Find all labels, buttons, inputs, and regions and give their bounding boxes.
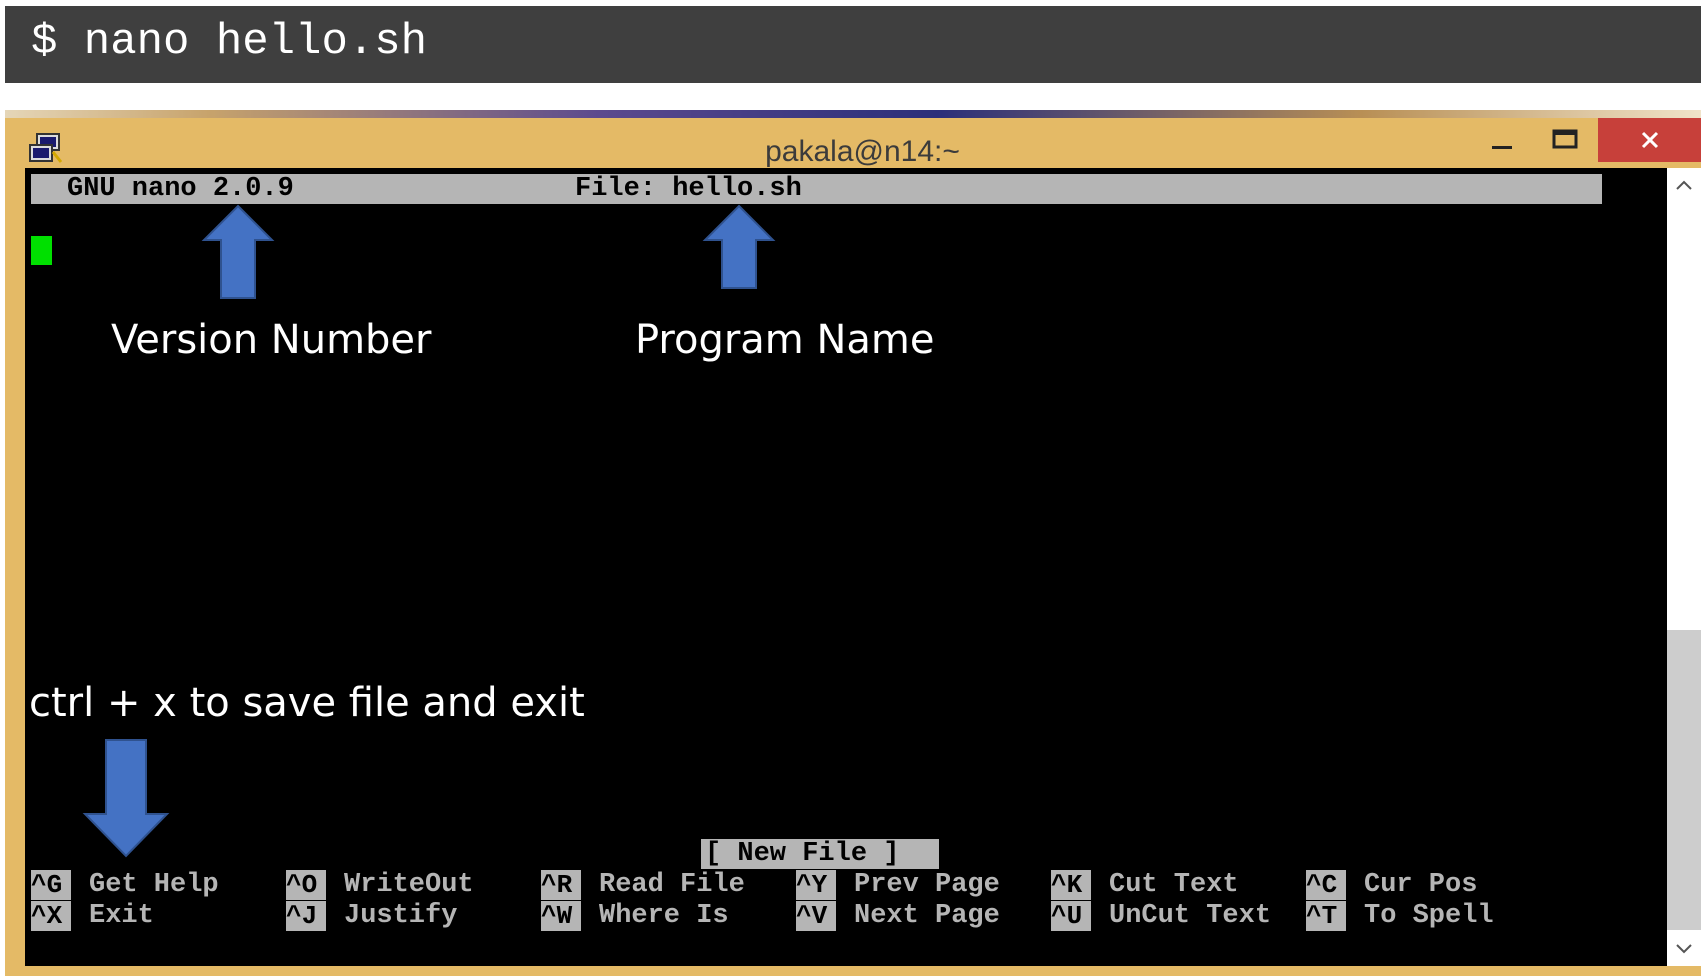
scroll-down-button[interactable] <box>1667 934 1701 964</box>
shortcut-get-help[interactable]: Get Help <box>89 870 219 900</box>
chevron-down-icon <box>1676 944 1692 954</box>
shortcut-next-page[interactable]: Next Page <box>854 901 1000 931</box>
shortcut-row-2: ^X Exit ^J Justify ^W Where Is ^V Next P… <box>31 901 1661 931</box>
shortcut-read-file[interactable]: Read File <box>599 870 745 900</box>
shortcut-exit[interactable]: Exit <box>89 901 154 931</box>
shortcut-cur-pos[interactable]: Cur Pos <box>1364 870 1477 900</box>
shortcut-key: ^J <box>286 901 326 931</box>
command-text: $ nano hello.sh <box>31 17 428 67</box>
shortcut-key: ^T <box>1306 901 1346 931</box>
shortcut-key: ^K <box>1051 870 1091 900</box>
shortcut-writeout[interactable]: WriteOut <box>344 870 474 900</box>
version-number-annotation: Version Number <box>111 317 432 363</box>
command-banner: $ nano hello.sh <box>5 6 1701 83</box>
maximize-icon <box>1552 129 1578 149</box>
minimize-button[interactable] <box>1473 118 1531 162</box>
shortcut-where-is[interactable]: Where Is <box>599 901 729 931</box>
minimize-icon <box>1492 146 1512 149</box>
shortcut-key: ^V <box>796 901 836 931</box>
terminal-area[interactable]: GNU nano 2.0.9 File: hello.sh Version Nu… <box>25 168 1667 966</box>
maximize-button[interactable] <box>1533 118 1597 162</box>
shortcut-cut-text[interactable]: Cut Text <box>1109 870 1239 900</box>
shortcut-row-1: ^G Get Help ^O WriteOut ^R Read File ^Y … <box>31 870 1661 900</box>
shortcut-prev-page[interactable]: Prev Page <box>854 870 1000 900</box>
text-cursor <box>31 236 52 265</box>
window-title: pakala@n14:~ <box>765 135 960 168</box>
shortcut-key: ^U <box>1051 901 1091 931</box>
shortcut-key: ^X <box>31 901 71 931</box>
new-file-status: [ New File ] <box>701 839 939 869</box>
scroll-up-button[interactable] <box>1667 170 1701 200</box>
shortcut-key: ^C <box>1306 870 1346 900</box>
nano-title-bar: GNU nano 2.0.9 File: hello.sh <box>31 174 1602 204</box>
version-arrow <box>201 204 275 299</box>
close-button[interactable] <box>1598 118 1701 162</box>
exit-arrow <box>82 739 170 858</box>
exit-hint-annotation: ctrl + x to save file and exit <box>29 680 585 726</box>
terminal-window: pakala@n14:~ GNU nano 2.0.9 File: hello.… <box>5 118 1701 976</box>
close-icon <box>1641 131 1658 149</box>
shortcut-to-spell[interactable]: To Spell <box>1364 901 1494 931</box>
scrollbar-thumb[interactable] <box>1667 630 1701 930</box>
shortcut-key: ^O <box>286 870 326 900</box>
shortcut-key: ^R <box>541 870 581 900</box>
shortcut-uncut-text[interactable]: UnCut Text <box>1109 901 1271 931</box>
program-arrow <box>702 204 776 289</box>
shortcut-key: ^G <box>31 870 71 900</box>
chevron-up-icon <box>1676 180 1692 190</box>
shortcut-key: ^W <box>541 901 581 931</box>
shortcut-justify[interactable]: Justify <box>344 901 457 931</box>
nano-file-label: File: hello.sh <box>575 174 802 204</box>
vertical-scrollbar[interactable] <box>1667 168 1701 966</box>
shortcut-key: ^Y <box>796 870 836 900</box>
nano-version-label: GNU nano 2.0.9 <box>67 174 294 204</box>
program-name-annotation: Program Name <box>635 317 935 363</box>
